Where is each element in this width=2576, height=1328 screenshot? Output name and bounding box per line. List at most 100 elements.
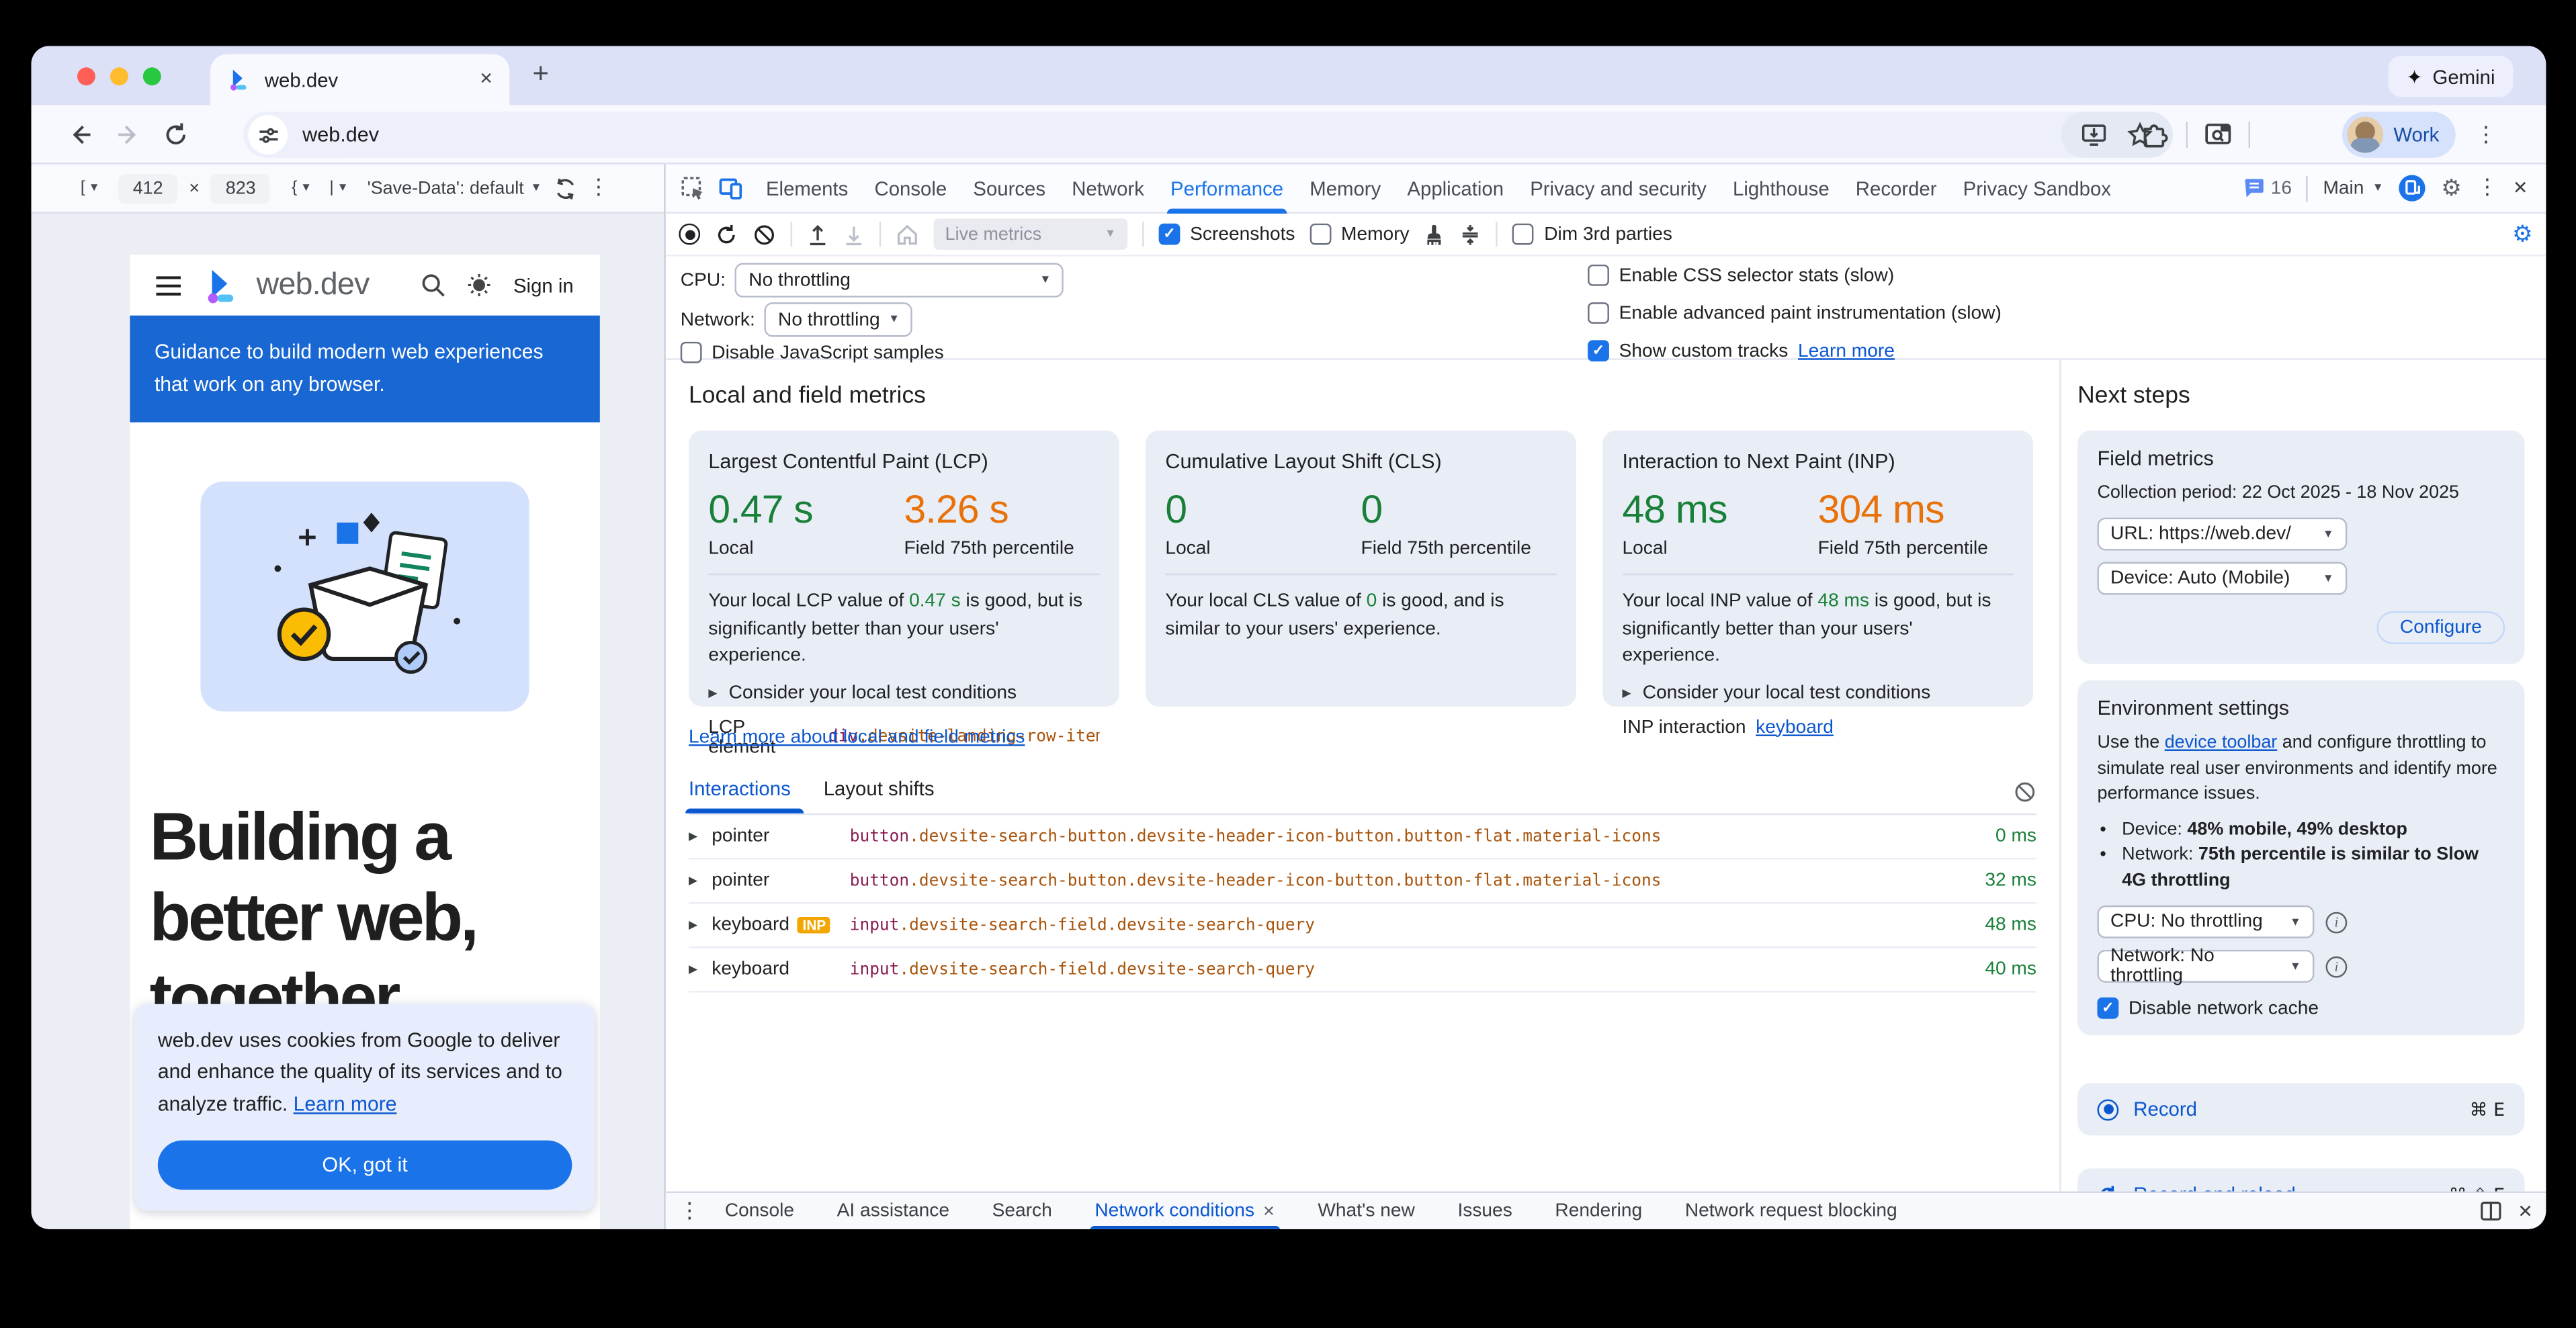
tab-elements[interactable]: Elements [753, 163, 861, 212]
interaction-row[interactable]: ▶ pointer button.devsite-search-button.d… [689, 859, 2036, 903]
capture-settings-gear-icon[interactable]: ⚙ [2512, 221, 2533, 247]
device-height-input[interactable]: 823 [211, 173, 270, 203]
zoom-window-button[interactable] [143, 67, 161, 85]
record-icon[interactable] [679, 224, 700, 245]
reload-icon[interactable] [163, 122, 189, 148]
tab-close-icon[interactable]: ✕ [479, 71, 493, 89]
configure-button[interactable]: Configure [2377, 611, 2505, 644]
live-metrics-home-icon[interactable] [896, 222, 918, 245]
devtools-menu-icon[interactable]: ⋮ [2477, 176, 2498, 201]
interaction-row[interactable]: ▶ keyboard input.devsite-search-field.de… [689, 948, 2036, 993]
download-profile-icon[interactable] [843, 222, 865, 245]
tab-interactions[interactable]: Interactions [689, 770, 791, 813]
tab-recorder[interactable]: Recorder [1842, 163, 1950, 212]
device-width-input[interactable]: 412 [118, 173, 177, 203]
cookie-learn-more-link[interactable]: Learn more [294, 1092, 397, 1115]
inp-interaction-link[interactable]: keyboard [1756, 717, 1834, 737]
advanced-paint-checkbox[interactable]: Enable advanced paint instrumentation (s… [1588, 302, 2002, 324]
toggle-drawer-orientation-icon[interactable] [2480, 1201, 2501, 1221]
garbage-collect-icon[interactable] [1424, 222, 1446, 245]
lcp-disclosure[interactable]: ▶Consider your local test conditions [708, 682, 1099, 702]
device-list-select[interactable]: [▼ [81, 179, 107, 197]
record-reload-icon[interactable] [715, 222, 738, 245]
drawer-tab-whats-new[interactable]: What's new [1299, 1192, 1432, 1229]
drawer-tab-search[interactable]: Search [974, 1192, 1070, 1229]
hamburger-menu-icon[interactable] [156, 275, 181, 295]
webdev-wordmark[interactable]: web.dev [257, 267, 370, 304]
tab-layout-shifts[interactable]: Layout shifts [824, 770, 935, 813]
extensions-puzzle-icon[interactable] [2142, 121, 2170, 149]
sync-status-icon[interactable] [2399, 174, 2427, 202]
device-toolbar-link[interactable]: device toolbar [2165, 733, 2278, 752]
disclosure-triangle-icon[interactable]: ▶ [689, 918, 712, 932]
new-tab-button[interactable]: + [533, 58, 549, 91]
css-selector-stats-checkbox[interactable]: Enable CSS selector stats (slow) [1588, 265, 1894, 286]
env-cpu-select[interactable]: CPU: No throttling▼ [2097, 905, 2314, 938]
tab-performance[interactable]: Performance [1157, 163, 1296, 212]
inp-disclosure[interactable]: ▶Consider your local test conditions [1622, 682, 2013, 702]
tab-network[interactable]: Network [1059, 163, 1158, 212]
close-drawer-tab-icon[interactable]: ✕ [1262, 1202, 1275, 1218]
interaction-row[interactable]: ▶ pointer button.devsite-search-button.d… [689, 815, 2036, 859]
clear-icon[interactable] [753, 222, 775, 245]
js-context-select[interactable]: Main▼ [2323, 178, 2383, 197]
install-icon[interactable] [2081, 122, 2107, 148]
cpu-throttling-select[interactable]: No throttling▼ [736, 263, 1064, 297]
devtools-settings-gear-icon[interactable]: ⚙ [2441, 177, 2462, 200]
theme-toggle-icon[interactable] [467, 273, 492, 298]
tab-sources[interactable]: Sources [960, 163, 1059, 212]
disclosure-triangle-icon[interactable]: ▶ [689, 874, 712, 887]
memory-checkbox[interactable]: Memory [1310, 224, 1410, 245]
tab-privacy-sandbox[interactable]: Privacy Sandbox [1950, 163, 2124, 212]
record-button[interactable]: Record ⌘ E [2077, 1083, 2524, 1135]
zoom-select[interactable]: {▼ [292, 179, 318, 197]
tab-lighthouse[interactable]: Lighthouse [1719, 163, 1842, 212]
drawer-tab-network-conditions[interactable]: Network conditions✕ [1076, 1192, 1293, 1229]
upload-profile-icon[interactable] [807, 222, 828, 245]
field-url-select[interactable]: URL: https://web.dev/▼ [2097, 518, 2347, 551]
forward-icon[interactable] [115, 122, 141, 148]
drawer-tab-network-request-blocking[interactable]: Network request blocking [1667, 1192, 1916, 1229]
gemini-button[interactable]: ✦ Gemini [2388, 56, 2513, 97]
issues-counter[interactable]: 16 [2243, 177, 2292, 199]
disclosure-triangle-icon[interactable]: ▶ [689, 830, 712, 843]
profile-chip[interactable]: Work [2343, 112, 2456, 157]
field-device-select[interactable]: Device: Auto (Mobile)▼ [2097, 562, 2347, 595]
save-data-select[interactable]: 'Save-Data': default▼ [368, 178, 542, 197]
custom-tracks-learn-more-link[interactable]: Learn more [1798, 341, 1895, 361]
devtools-close-icon[interactable]: ✕ [2513, 177, 2528, 199]
tab-application[interactable]: Application [1394, 163, 1517, 212]
sign-in-button[interactable]: Sign in [513, 273, 574, 296]
tab-memory[interactable]: Memory [1297, 163, 1394, 212]
network-throttling-select[interactable]: No throttling▼ [765, 302, 912, 337]
search-icon[interactable] [421, 273, 446, 298]
minimize-window-button[interactable] [110, 67, 128, 85]
drawer-tab-rendering[interactable]: Rendering [1537, 1192, 1660, 1229]
info-icon[interactable]: i [2326, 956, 2348, 977]
throttle-select[interactable]: |▼ [329, 179, 355, 197]
drawer-tab-console[interactable]: Console [707, 1192, 812, 1229]
drawer-tab-issues[interactable]: Issues [1440, 1192, 1531, 1229]
info-icon[interactable]: i [2326, 911, 2348, 932]
browser-tab[interactable]: web.dev ✕ [210, 54, 509, 105]
tab-privacy-security[interactable]: Privacy and security [1517, 163, 1720, 212]
close-window-button[interactable] [77, 67, 95, 85]
back-icon[interactable] [67, 122, 93, 148]
metrics-learn-more-link[interactable]: Learn more about local and field metrics [689, 728, 1025, 748]
rotate-device-icon[interactable] [554, 177, 576, 200]
webdev-logo-icon[interactable] [202, 265, 242, 305]
drawer-menu-icon[interactable]: ⋮ [679, 1199, 700, 1224]
dim-third-parties-checkbox[interactable]: Dim 3rd parties [1513, 224, 1672, 245]
drawer-tab-ai-assistance[interactable]: AI assistance [819, 1192, 968, 1229]
inspect-element-icon[interactable] [681, 176, 705, 201]
disable-cache-checkbox[interactable]: ✓Disable network cache [2097, 998, 2505, 1019]
site-settings-icon[interactable] [248, 115, 288, 154]
disclosure-triangle-icon[interactable]: ▶ [689, 963, 712, 977]
collapse-sections-icon[interactable] [1460, 222, 1482, 245]
address-bar[interactable]: web.dev [243, 112, 2173, 157]
custom-tracks-checkbox[interactable]: ✓Show custom tracks Learn more [1588, 340, 1895, 361]
device-toolbar-menu-icon[interactable]: ⋮ [588, 176, 609, 201]
clear-interactions-icon[interactable] [2014, 781, 2036, 803]
browser-menu[interactable]: ⋮ [2475, 105, 2497, 165]
tab-console[interactable]: Console [861, 163, 960, 212]
